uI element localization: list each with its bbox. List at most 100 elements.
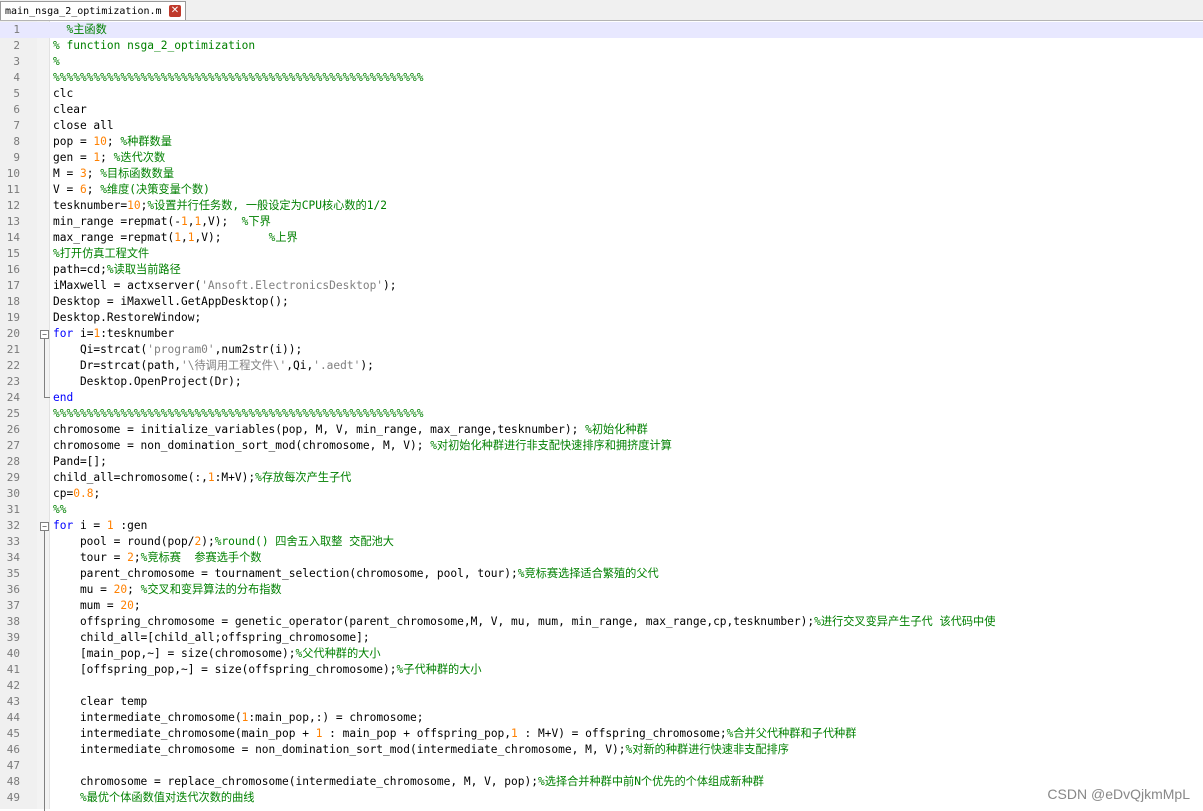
code-line[interactable]: 35 parent_chromosome = tournament_select… bbox=[0, 566, 1203, 582]
code-token: 3 bbox=[79, 167, 87, 180]
code-token: 20 bbox=[113, 583, 128, 596]
code-text: V = 6; %维度(决策变量个数) bbox=[53, 182, 210, 198]
code-line[interactable]: 11 V = 6; %维度(决策变量个数) bbox=[0, 182, 1203, 198]
line-number: 8 bbox=[13, 135, 20, 148]
code-line[interactable]: 20 for i=1:tesknumber bbox=[0, 326, 1203, 342]
close-icon[interactable]: ✕ bbox=[169, 5, 181, 17]
code-line[interactable]: 9 gen = 1; %迭代次数 bbox=[0, 150, 1203, 166]
code-line[interactable]: 30 cp=0.8; bbox=[0, 486, 1203, 502]
code-line[interactable]: 27 chromosome = non_domination_sort_mod(c… bbox=[0, 438, 1203, 454]
line-number: 26 bbox=[6, 423, 20, 436]
code-line[interactable]: 44 intermediate_chromosome(1:main_pop,:)… bbox=[0, 710, 1203, 726]
code-line[interactable]: 8 pop = 10; %种群数量 bbox=[0, 134, 1203, 150]
code-line[interactable]: 1 %主函数 bbox=[0, 22, 1203, 38]
code-text: intermediate_chromosome(1:main_pop,:) = … bbox=[53, 710, 424, 726]
code-line[interactable]: 14 max_range =repmat(1,1,V); %上界 bbox=[0, 230, 1203, 246]
code-token: ; bbox=[106, 135, 121, 148]
code-line[interactable]: 26 chromosome = initialize_variables(pop,… bbox=[0, 422, 1203, 438]
code-text: %最优个体函数值对迭代次数的曲线 bbox=[53, 790, 255, 806]
code-line[interactable]: 49 %最优个体函数值对迭代次数的曲线 bbox=[0, 790, 1203, 806]
code-line[interactable]: 40 [main_pop,~] = size(chromosome);%父代种群… bbox=[0, 646, 1203, 662]
code-text: intermediate_chromosome(main_pop + 1 : m… bbox=[53, 726, 856, 742]
code-line[interactable]: 4%%%%%%%%%%%%%%%%%%%%%%%%%%%%%%%%%%%%%%%… bbox=[0, 70, 1203, 86]
code-line[interactable]: 29 child_all=chromosome(:,1:M+V);%存放每次产生子… bbox=[0, 470, 1203, 486]
code-line[interactable]: 38 offspring_chromosome = genetic_operat… bbox=[0, 614, 1203, 630]
code-line[interactable]: 24 end bbox=[0, 390, 1203, 406]
code-line[interactable]: 34 tour = 2;%竞标赛 参赛选手个数 bbox=[0, 550, 1203, 566]
code-line[interactable]: 32 for i = 1 :gen bbox=[0, 518, 1203, 534]
code-line[interactable]: 5 clc bbox=[0, 86, 1203, 102]
code-line[interactable]: 2 % function nsga_2_optimization bbox=[0, 38, 1203, 54]
code-line[interactable]: 39 child_all=[child_all;offspring_chromo… bbox=[0, 630, 1203, 646]
code-token: ; bbox=[133, 599, 141, 612]
code-line[interactable]: 15 %打开仿真工程文件 bbox=[0, 246, 1203, 262]
code-text: cp=0.8; bbox=[53, 486, 100, 502]
code-token: %存放每次产生子代 bbox=[255, 471, 352, 484]
line-number: 43 bbox=[6, 695, 20, 708]
code-text: tour = 2;%竞标赛 参赛选手个数 bbox=[53, 550, 262, 566]
code-line[interactable]: 25%%%%%%%%%%%%%%%%%%%%%%%%%%%%%%%%%%%%%%… bbox=[0, 406, 1203, 422]
code-line[interactable]: 28 Pand=[]; bbox=[0, 454, 1203, 470]
code-line[interactable]: 22 Dr=strcat(path,'\待调用工程文件\',Qi,'.aedt'… bbox=[0, 358, 1203, 374]
code-line[interactable]: 19 Desktop.RestoreWindow; bbox=[0, 310, 1203, 326]
code-line[interactable]: 12 tesknumber=10;%设置并行任务数, 一般设定为CPU核心数的1/… bbox=[0, 198, 1203, 214]
code-token: V = bbox=[53, 183, 80, 196]
code-line[interactable]: 41 [offspring_pop,~] = size(offspring_ch… bbox=[0, 662, 1203, 678]
code-line[interactable]: 3% bbox=[0, 54, 1203, 70]
code-token: %%%%%%%%%%%%%%%%%%%%%%%%%%%%%%%%%%%%%%%%… bbox=[53, 71, 424, 84]
line-number: 40 bbox=[6, 647, 20, 660]
code-line[interactable]: 47 bbox=[0, 758, 1203, 774]
code-line[interactable]: 13 min_range =repmat(-1,1,V); %下界 bbox=[0, 214, 1203, 230]
line-number: 45 bbox=[6, 727, 20, 740]
line-number: 27 bbox=[6, 439, 20, 452]
line-number: 32 bbox=[6, 519, 20, 532]
code-token: % bbox=[53, 55, 60, 68]
code-token: pool = round(pop/ bbox=[53, 535, 195, 548]
code-token: %对初始化种群进行非支配快速排序和拥挤度计算 bbox=[430, 439, 672, 452]
code-token: 2 bbox=[127, 551, 134, 564]
code-line[interactable]: 6 clear bbox=[0, 102, 1203, 118]
code-text: Desktop.OpenProject(Dr); bbox=[53, 374, 242, 390]
code-text: for i = 1 :gen bbox=[53, 518, 147, 534]
code-text: Desktop = iMaxwell.GetAppDesktop(); bbox=[53, 294, 289, 310]
code-line[interactable]: 43 clear temp bbox=[0, 694, 1203, 710]
file-tab[interactable]: main_nsga_2_optimization.m ✕ bbox=[0, 1, 186, 20]
code-line[interactable]: 42 bbox=[0, 678, 1203, 694]
code-text: %%%%%%%%%%%%%%%%%%%%%%%%%%%%%%%%%%%%%%%%… bbox=[53, 70, 423, 86]
code-token: %下界 bbox=[241, 215, 271, 228]
code-line[interactable]: 18 Desktop = iMaxwell.GetAppDesktop(); bbox=[0, 294, 1203, 310]
code-token: 10 bbox=[127, 199, 141, 212]
code-editor[interactable]: − − 1 %主函数 2% function nsga_2_optimizatio… bbox=[0, 21, 1203, 811]
code-line[interactable]: 23 Desktop.OpenProject(Dr); bbox=[0, 374, 1203, 390]
code-text: pool = round(pop/2);%round() 四舍五入取整 交配池大 bbox=[53, 534, 394, 550]
code-line[interactable]: 16 path=cd;%读取当前路径 bbox=[0, 262, 1203, 278]
code-line[interactable]: 36 mu = 20; %交叉和变异算法的分布指数 bbox=[0, 582, 1203, 598]
code-line[interactable]: 45 intermediate_chromosome(main_pop + 1 … bbox=[0, 726, 1203, 742]
line-number: 24 bbox=[6, 391, 20, 404]
code-token: i= bbox=[73, 327, 94, 340]
code-token: tour = bbox=[53, 551, 128, 564]
code-line[interactable]: 31%% bbox=[0, 502, 1203, 518]
code-text: chromosome = initialize_variables(pop, M… bbox=[53, 422, 648, 438]
code-line[interactable]: 7 close all bbox=[0, 118, 1203, 134]
line-number: 12 bbox=[6, 199, 20, 212]
code-token: clc bbox=[53, 87, 74, 100]
code-line[interactable]: 10 M = 3; %目标函数数量 bbox=[0, 166, 1203, 182]
code-text: end bbox=[53, 390, 73, 406]
code-line[interactable]: 37 mum = 20; bbox=[0, 598, 1203, 614]
code-token: %进行交叉变异产生子代 该代码中使 bbox=[814, 615, 996, 628]
code-line[interactable]: 17 iMaxwell = actxserver('Ansoft.Electron… bbox=[0, 278, 1203, 294]
line-number: 46 bbox=[6, 743, 20, 756]
line-number: 31 bbox=[6, 503, 20, 516]
line-number: 36 bbox=[6, 583, 20, 596]
code-line[interactable]: 21 Qi=strcat('program0',num2str(i)); bbox=[0, 342, 1203, 358]
line-number: 49 bbox=[6, 791, 20, 804]
code-text: min_range =repmat(-1,1,V); %下界 bbox=[53, 214, 271, 230]
code-token: %目标函数数量 bbox=[100, 167, 175, 180]
code-token: %上界 bbox=[268, 231, 298, 244]
code-line[interactable]: 33 pool = round(pop/2);%round() 四舍五入取整 交… bbox=[0, 534, 1203, 550]
code-line[interactable]: 46 intermediate_chromosome = non_dominat… bbox=[0, 742, 1203, 758]
line-number: 19 bbox=[6, 311, 20, 324]
code-text: max_range =repmat(1,1,V); %上界 bbox=[53, 230, 298, 246]
code-line[interactable]: 48 chromosome = replace_chromosome(inter… bbox=[0, 774, 1203, 790]
